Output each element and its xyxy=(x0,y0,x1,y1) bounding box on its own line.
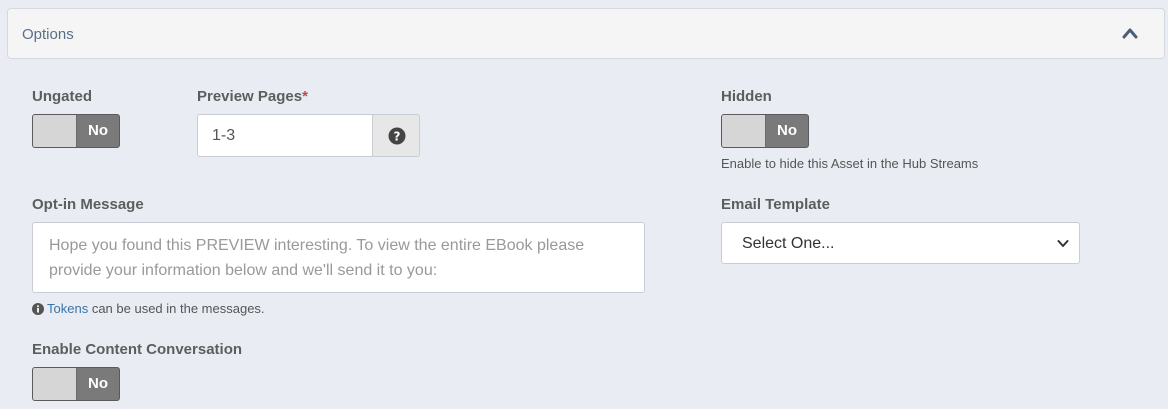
required-mark: * xyxy=(302,88,308,105)
toggle-state: No xyxy=(88,375,108,392)
chevron-down-icon xyxy=(1057,240,1069,247)
panel-title: Options xyxy=(22,26,74,43)
toggle-knob xyxy=(722,115,766,147)
select-value: Select One... xyxy=(742,235,835,252)
info-circle-icon xyxy=(32,303,44,315)
ungated-toggle[interactable]: No xyxy=(32,114,120,148)
hidden-label: Hidden xyxy=(721,88,772,105)
content-conversation-toggle[interactable]: No xyxy=(32,367,120,401)
toggle-knob xyxy=(33,115,77,147)
opt-in-message-label: Opt-in Message xyxy=(32,196,144,213)
ungated-label: Ungated xyxy=(32,88,92,105)
svg-text:?: ? xyxy=(394,130,401,144)
hidden-toggle[interactable]: No xyxy=(721,114,809,148)
preview-pages-input[interactable] xyxy=(197,114,372,157)
tokens-note-text: can be used in the messages. xyxy=(88,301,265,316)
preview-pages-label: Preview Pages* xyxy=(197,88,308,105)
question-circle-icon: ? xyxy=(388,127,406,145)
tokens-note: Tokens can be used in the messages. xyxy=(32,301,265,316)
chevron-up-icon[interactable] xyxy=(1122,26,1142,44)
preview-pages-group: ? xyxy=(197,114,420,157)
content-conversation-label: Enable Content Conversation xyxy=(32,341,243,358)
tokens-link[interactable]: Tokens xyxy=(47,301,88,316)
help-button[interactable]: ? xyxy=(372,114,420,157)
email-template-select[interactable]: Select One... xyxy=(721,222,1080,264)
toggle-state: No xyxy=(88,122,108,139)
options-panel-header[interactable]: Options xyxy=(7,8,1165,59)
toggle-state: No xyxy=(777,122,797,139)
hidden-help-text: Enable to hide this Asset in the Hub Str… xyxy=(721,156,979,171)
email-template-label: Email Template xyxy=(721,196,830,213)
toggle-knob xyxy=(33,368,77,400)
opt-in-message-textarea[interactable]: Hope you found this PREVIEW interesting.… xyxy=(32,222,645,293)
